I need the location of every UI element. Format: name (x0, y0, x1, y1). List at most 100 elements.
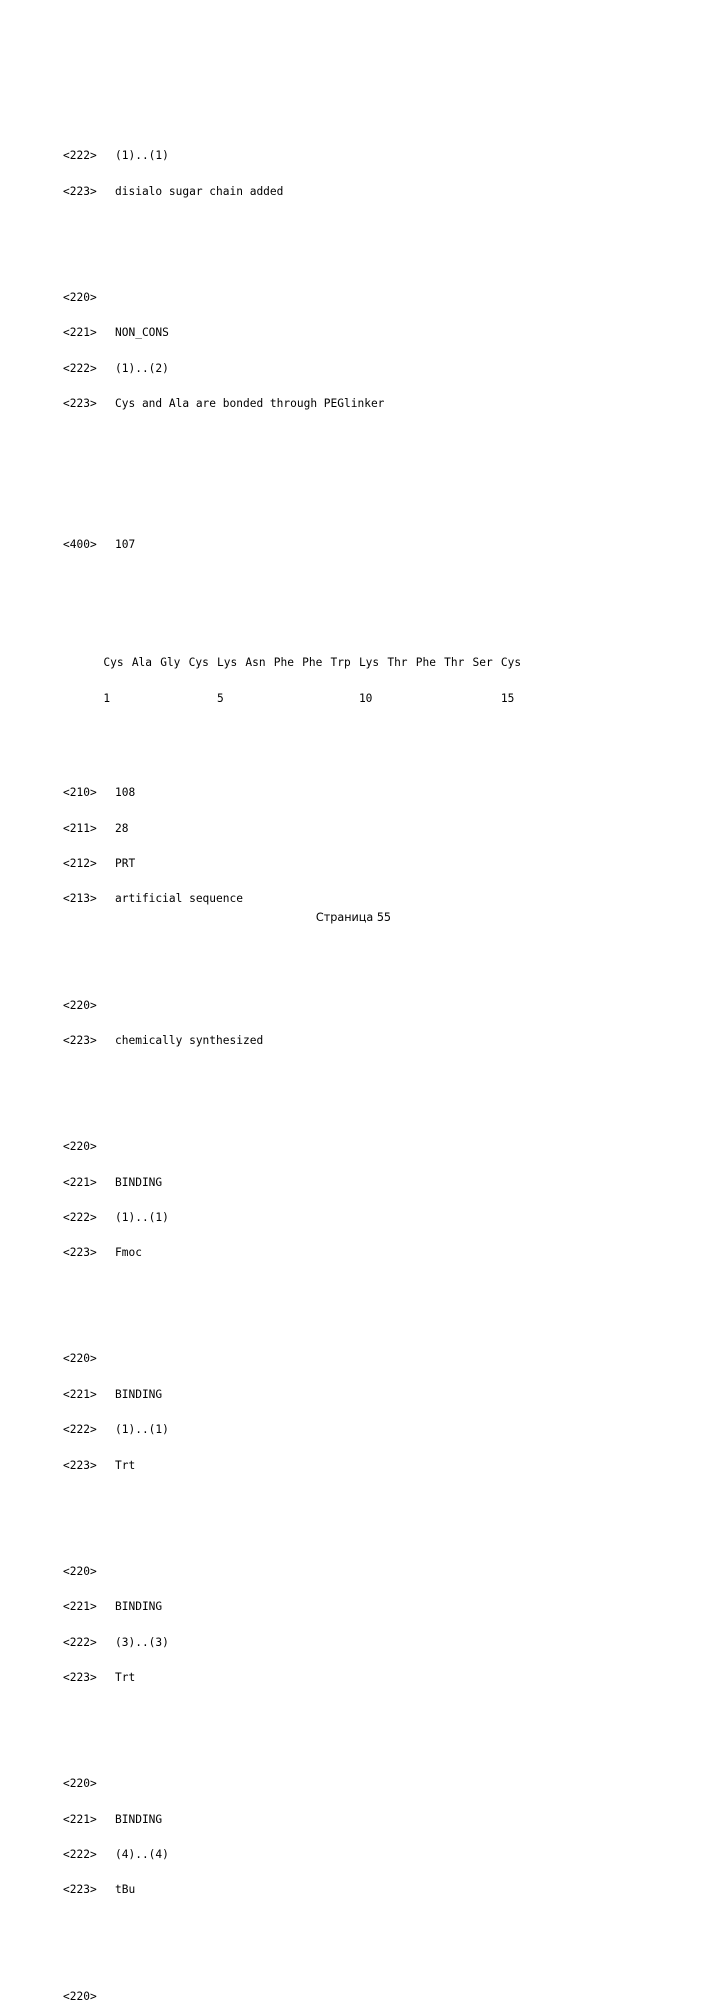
residue: Phe (274, 657, 302, 669)
spacer-line (63, 728, 663, 740)
sequence-position-row: 151015 (63, 681, 663, 693)
field-tag: <220> (63, 1141, 115, 1153)
field-value: Trt (115, 1460, 135, 1472)
field-tag: <223> (63, 1884, 115, 1896)
field-tag: <222> (63, 363, 115, 375)
field-tag: <223> (63, 398, 115, 410)
sequence-residue-row: CysAlaGlyCysLysAsnPhePheTrpLysThrPheThrS… (63, 646, 663, 658)
residue: Thr (387, 657, 415, 669)
field-tag: <211> (63, 823, 115, 835)
listing-line: <221>BINDING (63, 1814, 663, 1826)
field-value: BINDING (115, 1389, 162, 1401)
position-label: 5 (217, 693, 245, 705)
page-footer: Страница 55 (0, 911, 707, 924)
residue: Phe (302, 657, 330, 669)
listing-line: <222>(1)..(1) (63, 1424, 663, 1436)
residue: Thr (444, 657, 472, 669)
listing-line: <220> (63, 1566, 663, 1578)
spacer-line (63, 1294, 663, 1306)
field-tag: <223> (63, 1247, 115, 1259)
field-value: Trt (115, 1672, 135, 1684)
residue: Ala (132, 657, 160, 669)
field-value: (4)..(4) (115, 1849, 169, 1861)
field-tag: <223> (63, 1460, 115, 1472)
field-tag: <222> (63, 1849, 115, 1861)
listing-line: <210>108 (63, 787, 663, 799)
listing-line: <223>disialo sugar chain added (63, 186, 663, 198)
field-tag: <222> (63, 1212, 115, 1224)
listing-line: <223>Trt (63, 1672, 663, 1684)
field-value: tBu (115, 1884, 135, 1896)
field-tag: <210> (63, 787, 115, 799)
spacer-line (63, 233, 663, 245)
field-tag: <220> (63, 1566, 115, 1578)
spacer-line (63, 445, 663, 457)
spacer-line (63, 1082, 663, 1094)
position-label: 10 (359, 693, 387, 705)
field-value: Cys and Ala are bonded through PEGlinker (115, 398, 384, 410)
listing-line: <220> (63, 1141, 663, 1153)
field-tag: <223> (63, 186, 115, 198)
field-value: disialo sugar chain added (115, 186, 283, 198)
field-tag: <220> (63, 1353, 115, 1365)
field-tag: <220> (63, 1000, 115, 1012)
residue: Trp (331, 657, 359, 669)
listing-line: <222>(1)..(1) (63, 1212, 663, 1224)
field-tag: <212> (63, 858, 115, 870)
field-tag: <222> (63, 1424, 115, 1436)
residue: Phe (416, 657, 444, 669)
residue: Ser (473, 657, 501, 669)
field-value: artificial sequence (115, 893, 243, 905)
field-value: BINDING (115, 1814, 162, 1826)
field-tag: <221> (63, 1601, 115, 1613)
field-tag: <220> (63, 1991, 115, 2000)
field-value: Fmoc (115, 1247, 142, 1259)
spacer-line (63, 1719, 663, 1731)
document-page: <222>(1)..(1) <223>disialo sugar chain a… (0, 0, 707, 1000)
residue: Cys (103, 657, 131, 669)
field-value: BINDING (115, 1177, 162, 1189)
residue: Lys (217, 657, 245, 669)
position-label: 15 (501, 693, 529, 705)
residue: Lys (359, 657, 387, 669)
field-value: (1)..(2) (115, 363, 169, 375)
spacer-line (63, 941, 663, 953)
listing-line: <223>Fmoc (63, 1247, 663, 1259)
field-value: 28 (115, 823, 128, 835)
field-tag: <221> (63, 1389, 115, 1401)
listing-line: <223>Trt (63, 1460, 663, 1472)
listing-line: <223>Cys and Ala are bonded through PEGl… (63, 398, 663, 410)
residue: Cys (501, 657, 529, 669)
listing-line: <220> (63, 1778, 663, 1790)
field-value: NON_CONS (115, 327, 169, 339)
listing-line: <222>(3)..(3) (63, 1637, 663, 1649)
field-value: (1)..(1) (115, 1212, 169, 1224)
spacer-line (63, 1507, 663, 1519)
field-value: 107 (115, 539, 135, 551)
listing-line: <221>BINDING (63, 1601, 663, 1613)
listing-line: <220> (63, 1000, 663, 1012)
listing-line: <400>107 (63, 539, 663, 551)
field-value: PRT (115, 858, 135, 870)
listing-line: <211>28 (63, 823, 663, 835)
field-tag: <222> (63, 150, 115, 162)
residue: Cys (189, 657, 217, 669)
field-value: 108 (115, 787, 135, 799)
listing-line: <222>(4)..(4) (63, 1849, 663, 1861)
residue: Asn (245, 657, 273, 669)
field-tag: <220> (63, 292, 115, 304)
listing-line: <213>artificial sequence (63, 893, 663, 905)
spacer-line (63, 1932, 663, 1944)
field-tag: <400> (63, 539, 115, 551)
field-tag: <222> (63, 1637, 115, 1649)
spacer-line (63, 481, 663, 493)
field-value: (1)..(1) (115, 150, 169, 162)
listing-line: <220> (63, 1991, 663, 2000)
position-label: 1 (103, 693, 131, 705)
listing-line: <223>chemically synthesized (63, 1035, 663, 1047)
field-tag: <221> (63, 1814, 115, 1826)
spacer-line (63, 587, 663, 599)
sequence-listing-body: <222>(1)..(1) <223>disialo sugar chain a… (63, 103, 663, 2000)
field-tag: <213> (63, 893, 115, 905)
listing-line: <222>(1)..(1) (63, 150, 663, 162)
